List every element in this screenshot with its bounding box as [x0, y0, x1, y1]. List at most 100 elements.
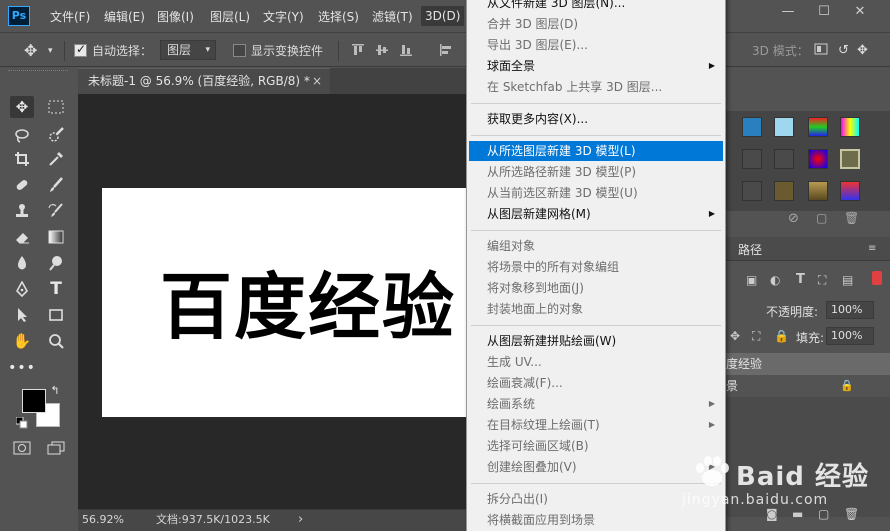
show-transform-checkbox[interactable]	[233, 44, 246, 57]
menu-item[interactable]: 在目标纹理上绘画(T) ▶	[469, 415, 723, 435]
history-brush-tool-icon[interactable]	[44, 200, 68, 222]
auto-select-target-dropdown[interactable]: 图层 ▾	[160, 40, 216, 60]
menu-file[interactable]: 文件(F)	[50, 8, 90, 26]
style-swatch[interactable]	[742, 149, 762, 169]
hand-tool-icon[interactable]: ✋	[10, 330, 34, 352]
close-tab-icon[interactable]: ×	[312, 69, 322, 93]
zoom-tool-icon[interactable]	[44, 330, 68, 352]
menu-edit[interactable]: 编辑(E)	[104, 8, 145, 26]
menu-select[interactable]: 选择(S)	[318, 8, 359, 26]
menu-item[interactable]: 绘画衰减(F)...	[469, 373, 723, 393]
style-swatch[interactable]	[774, 181, 794, 201]
crop-tool-icon[interactable]	[10, 148, 34, 170]
style-swatch[interactable]	[808, 149, 828, 169]
opacity-value[interactable]: 100%	[826, 301, 874, 319]
menu-item[interactable]: 从所选路径新建 3D 模型(P)	[469, 162, 723, 182]
menu-item[interactable]: 生成 UV...	[469, 352, 723, 372]
menu-item[interactable]: 获取更多内容(X)...	[469, 109, 723, 129]
menu-item[interactable]: 从所选图层新建 3D 模型(L)	[469, 141, 723, 161]
quick-mask-icon[interactable]	[10, 437, 34, 459]
move-tool-preset-icon[interactable]: ✥	[24, 42, 37, 60]
layer-row-text[interactable]: 度经验	[720, 353, 890, 375]
style-swatch[interactable]	[840, 181, 860, 201]
menu-3d[interactable]: 3D(D)	[421, 6, 465, 26]
quick-selection-tool-icon[interactable]	[44, 124, 68, 146]
zoom-level[interactable]: 56.92%	[82, 510, 124, 530]
align-left-icon[interactable]	[440, 44, 452, 56]
marquee-tool-icon[interactable]	[44, 96, 68, 118]
filter-shape-icon[interactable]: ⛶	[818, 273, 826, 288]
lock-all-icon[interactable]: 🔒	[774, 329, 789, 343]
auto-select-checkbox[interactable]	[74, 42, 87, 57]
style-swatch[interactable]	[808, 181, 828, 201]
filter-smart-object-icon[interactable]: ▤	[842, 273, 853, 287]
style-swatch[interactable]	[742, 181, 762, 201]
filter-type-icon[interactable]: T	[796, 272, 805, 287]
eraser-tool-icon[interactable]	[10, 226, 34, 248]
clone-stamp-tool-icon[interactable]	[10, 200, 34, 222]
3d-orbit-icon[interactable]	[814, 42, 828, 60]
chevron-down-icon[interactable]: ▾	[48, 42, 53, 60]
blur-tool-icon[interactable]	[10, 252, 34, 274]
menu-item[interactable]: 球面全景 ▶	[469, 56, 723, 76]
foreground-color-swatch[interactable]	[22, 389, 46, 413]
lasso-tool-icon[interactable]	[10, 124, 34, 146]
rectangle-tool-icon[interactable]	[44, 304, 68, 326]
style-swatch[interactable]	[808, 117, 828, 137]
panel-grip[interactable]	[8, 70, 68, 74]
style-swatch[interactable]	[774, 117, 794, 137]
menu-item[interactable]: 封装地面上的对象	[469, 299, 723, 319]
canvas-area[interactable]: 百度经验	[78, 94, 472, 509]
menu-item[interactable]: 导出 3D 图层(E)...	[469, 35, 723, 55]
filter-toggle-icon[interactable]	[872, 271, 882, 285]
brush-tool-icon[interactable]	[44, 174, 68, 196]
path-selection-tool-icon[interactable]	[10, 304, 34, 326]
fill-value[interactable]: 100%	[826, 327, 874, 345]
menu-image[interactable]: 图像(I)	[157, 8, 194, 26]
3d-rotate-icon[interactable]: ↺	[838, 42, 849, 60]
trash-icon[interactable]: 🗑	[844, 211, 859, 225]
screen-mode-icon[interactable]	[44, 437, 68, 459]
minimize-icon[interactable]: —	[778, 4, 798, 20]
filter-adjustment-icon[interactable]: ◐	[770, 273, 780, 287]
style-swatch[interactable]	[774, 149, 794, 169]
style-swatch[interactable]	[840, 117, 860, 137]
tab-paths[interactable]: 路径	[738, 241, 762, 258]
delete-style-icon[interactable]: ⊘	[788, 211, 799, 226]
gradient-tool-icon[interactable]	[44, 226, 68, 248]
menu-item[interactable]: 从图层新建网格(M) ▶	[469, 204, 723, 224]
status-menu-arrow-icon[interactable]: ›	[298, 510, 303, 530]
more-tools-icon[interactable]: •••	[8, 357, 35, 379]
dodge-tool-icon[interactable]	[44, 252, 68, 274]
swap-colors-icon[interactable]: ↰	[48, 383, 62, 397]
menu-item[interactable]: 绘画系统 ▶	[469, 394, 723, 414]
move-tool-icon[interactable]: ✥	[10, 96, 34, 118]
menu-item[interactable]: 从图层新建拼贴绘画(W)	[469, 331, 723, 351]
document-canvas[interactable]: 百度经验	[102, 188, 472, 417]
align-vertical-center-icon[interactable]	[376, 44, 388, 56]
pen-tool-icon[interactable]	[10, 278, 34, 300]
menu-filter[interactable]: 滤镜(T)	[372, 8, 413, 26]
align-top-icon[interactable]	[352, 44, 364, 56]
menu-item[interactable]: 从当前选区新建 3D 模型(U)	[469, 183, 723, 203]
lock-artboard-icon[interactable]: ⛶	[752, 329, 760, 344]
menu-item[interactable]: 编组对象	[469, 236, 723, 256]
new-style-icon[interactable]: ▢	[816, 211, 827, 225]
menu-item[interactable]: 将场景中的所有对象编组	[469, 257, 723, 277]
document-tab[interactable]: 未标题-1 @ 56.9% (百度经验, RGB/8) * ×	[78, 68, 330, 94]
menu-layer[interactable]: 图层(L)	[210, 8, 250, 26]
default-colors-icon[interactable]	[16, 417, 28, 429]
menu-item[interactable]: 合并 3D 图层(D)	[469, 14, 723, 34]
type-tool-icon[interactable]: T	[44, 278, 68, 300]
lock-position-icon[interactable]: ✥	[730, 329, 740, 343]
panel-menu-icon[interactable]: ≡	[868, 243, 876, 254]
maximize-icon[interactable]: ☐	[814, 4, 834, 20]
3d-pan-icon[interactable]: ✥	[857, 42, 868, 60]
align-bottom-icon[interactable]	[400, 44, 412, 56]
layer-row-background[interactable]: 景 🔒	[720, 375, 890, 397]
menu-item[interactable]: 从文件新建 3D 图层(N)...	[469, 0, 723, 13]
style-swatch[interactable]	[742, 117, 762, 137]
eyedropper-tool-icon[interactable]	[44, 148, 68, 170]
menu-item[interactable]: 在 Sketchfab 上共享 3D 图层...	[469, 77, 723, 97]
healing-brush-tool-icon[interactable]	[10, 174, 34, 196]
